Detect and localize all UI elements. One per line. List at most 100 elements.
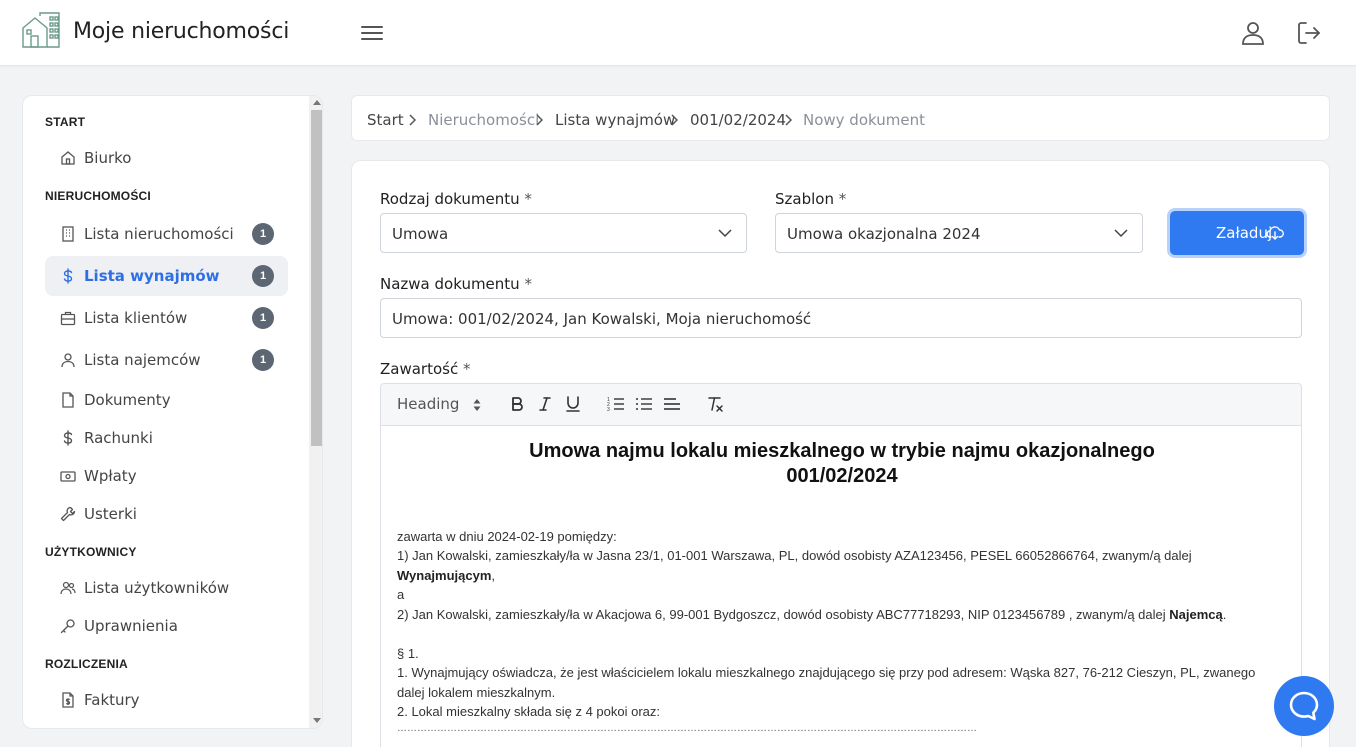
key-icon [60,619,75,634]
count-badge: 1 [252,265,274,287]
heading-select-value: Heading [397,395,460,413]
sidebar-item-label: Rachunki [84,429,153,447]
svg-text:3: 3 [607,407,610,413]
cash-icon [60,471,76,482]
sidebar-item-faktury[interactable]: Faktury [45,680,288,720]
sidebar-item-label: Faktury [84,691,140,709]
editor-toolbar: Heading 123 [380,383,1302,425]
sidebar-item-label: Biurko [84,149,132,167]
document-form-card: Rodzaj dokumentu * Umowa Szablon * Umowa… [351,160,1330,747]
sidebar-item-label: Dokumenty [84,391,171,409]
sidebar-item-label: Usterki [84,505,137,523]
align-icon[interactable] [663,395,681,413]
sidebar-item-biurko[interactable]: Biurko [45,138,288,178]
load-template-button[interactable]: Załaduj [1170,211,1304,255]
chevron-down-icon [718,229,732,238]
chevron-right-icon [785,114,792,126]
sidebar-item-label: Wpłaty [84,467,137,485]
scroll-up-arrow-icon[interactable] [313,100,321,105]
scrollbar-thumb[interactable] [311,110,322,446]
doc-text-line: Wynajmującym, [397,568,496,583]
doc-type-select[interactable]: Umowa [380,213,747,253]
template-select[interactable]: Umowa okazjonalna 2024 [775,213,1143,253]
doc-text-line: zawarta w dniu 2024-02-19 pomiędzy: [397,529,617,544]
load-button-label: Załaduj [1216,224,1273,242]
sidebar-item-uprawnienia[interactable]: Uprawnienia [45,606,288,646]
section-title-uzytkownicy: UŻYTKOWNICY [45,545,137,559]
doc-name-input[interactable]: Umowa: 001/02/2024, Jan Kowalski, Moja n… [380,298,1302,338]
heading-select[interactable]: Heading [397,395,487,415]
italic-icon[interactable] [536,395,554,413]
breadcrumb-current: Nowy dokument [803,111,925,129]
sidebar-item-lista-uzytkownikow[interactable]: Lista użytkowników [45,568,288,608]
updown-chevron-icon [473,399,481,411]
count-badge: 1 [252,349,274,371]
top-bar: Moje nieruchomości [0,0,1356,66]
breadcrumb-nieruchomosci[interactable]: Nieruchomości [428,111,539,129]
count-badge: 1 [252,223,274,245]
scroll-down-arrow-icon[interactable] [313,718,321,723]
chat-bubble-icon [1289,691,1319,721]
doc-type-value: Umowa [392,225,449,243]
breadcrumb-start[interactable]: Start [367,111,404,129]
breadcrumb: Start Nieruchomości Lista wynajmów 001/0… [351,95,1330,141]
doc-text-line: dalej lokalem mieszkalnym. [397,685,556,700]
clear-format-icon[interactable] [706,395,724,413]
building-logo-icon[interactable] [22,12,60,48]
bullet-list-icon[interactable] [635,395,653,413]
doc-name-label: Nazwa dokumentu * [380,275,532,293]
sidebar-item-label: Lista nieruchomości [84,225,234,243]
sidebar-item-usterki[interactable]: Usterki [45,494,288,534]
sidebar-item-label: Lista użytkowników [84,579,230,597]
section-title-start: START [45,115,86,129]
doc-text-line: 1) Jan Kowalski, zamieszkały/ła w Jasna … [397,548,1192,563]
chevron-right-icon [536,114,543,126]
home-icon [61,151,75,165]
sidebar-item-lista-najemcow[interactable]: Lista najemców 1 [45,340,288,380]
doc-text-line: a [397,587,405,602]
doc-name-value: Umowa: 001/02/2024, Jan Kowalski, Moja n… [392,310,812,328]
count-badge: 1 [252,307,274,329]
ordered-list-icon[interactable]: 123 [607,395,625,413]
document-title-line1: Umowa najmu lokalu mieszkalnego w trybie… [529,440,1155,462]
sidebar: START Biurko NIERUCHOMOŚCI Lista nieruch… [22,95,323,729]
doc-text-line: …………………………………………………………………………………………………………… [397,723,977,734]
chevron-down-icon [1114,229,1128,238]
invoice-icon [62,692,74,708]
doc-text-line: 2) Jan Kowalski, zamieszkały/ła w Akacjo… [397,607,1227,622]
people-icon [60,581,76,595]
user-icon[interactable] [1240,20,1266,46]
breadcrumb-lista-wynajmow[interactable]: Lista wynajmów [555,111,675,129]
chat-button[interactable] [1274,676,1334,736]
document-title-line2: 001/02/2024 [786,465,898,487]
breadcrumb-rental-id[interactable]: 001/02/2024 [690,111,786,129]
wrench-icon [60,506,76,522]
dollar-icon [63,268,73,284]
section-title-rozliczenia: ROZLICZENIA [45,657,128,671]
sidebar-content: START Biurko NIERUCHOMOŚCI Lista nieruch… [23,96,309,728]
template-label: Szablon * [775,190,847,208]
sidebar-item-lista-nieruchomosci[interactable]: Lista nieruchomości 1 [45,214,288,254]
sidebar-scrollbar[interactable] [309,96,322,728]
briefcase-icon [60,311,76,326]
content-editor[interactable]: Umowa najmu lokalu mieszkalnego w trybie… [380,425,1302,747]
logout-icon[interactable] [1296,20,1322,46]
sidebar-item-label: Lista klientów [84,309,188,327]
sidebar-item-label: Lista najemców [84,351,201,369]
dollar-icon [63,430,73,446]
sidebar-item-lista-klientow[interactable]: Lista klientów 1 [45,298,288,338]
section-title-nieruchomosci: NIERUCHOMOŚCI [45,189,151,203]
chevron-right-icon [409,114,416,126]
sidebar-item-wplaty[interactable]: Wpłaty [45,456,288,496]
file-icon [62,392,74,408]
doc-text-line: 2. Lokal mieszkalny składa się z 4 pokoi… [397,704,661,719]
person-icon [61,353,75,368]
sidebar-item-label: Lista wynajmów [84,267,220,285]
building-icon [62,226,74,242]
sidebar-item-lista-wynajmow[interactable]: Lista wynajmów 1 [45,256,288,296]
hamburger-icon[interactable] [360,22,384,44]
sidebar-item-dokumenty[interactable]: Dokumenty [45,380,288,420]
bold-icon[interactable] [508,395,526,413]
sidebar-item-rachunki[interactable]: Rachunki [45,418,288,458]
underline-icon[interactable] [564,395,582,413]
